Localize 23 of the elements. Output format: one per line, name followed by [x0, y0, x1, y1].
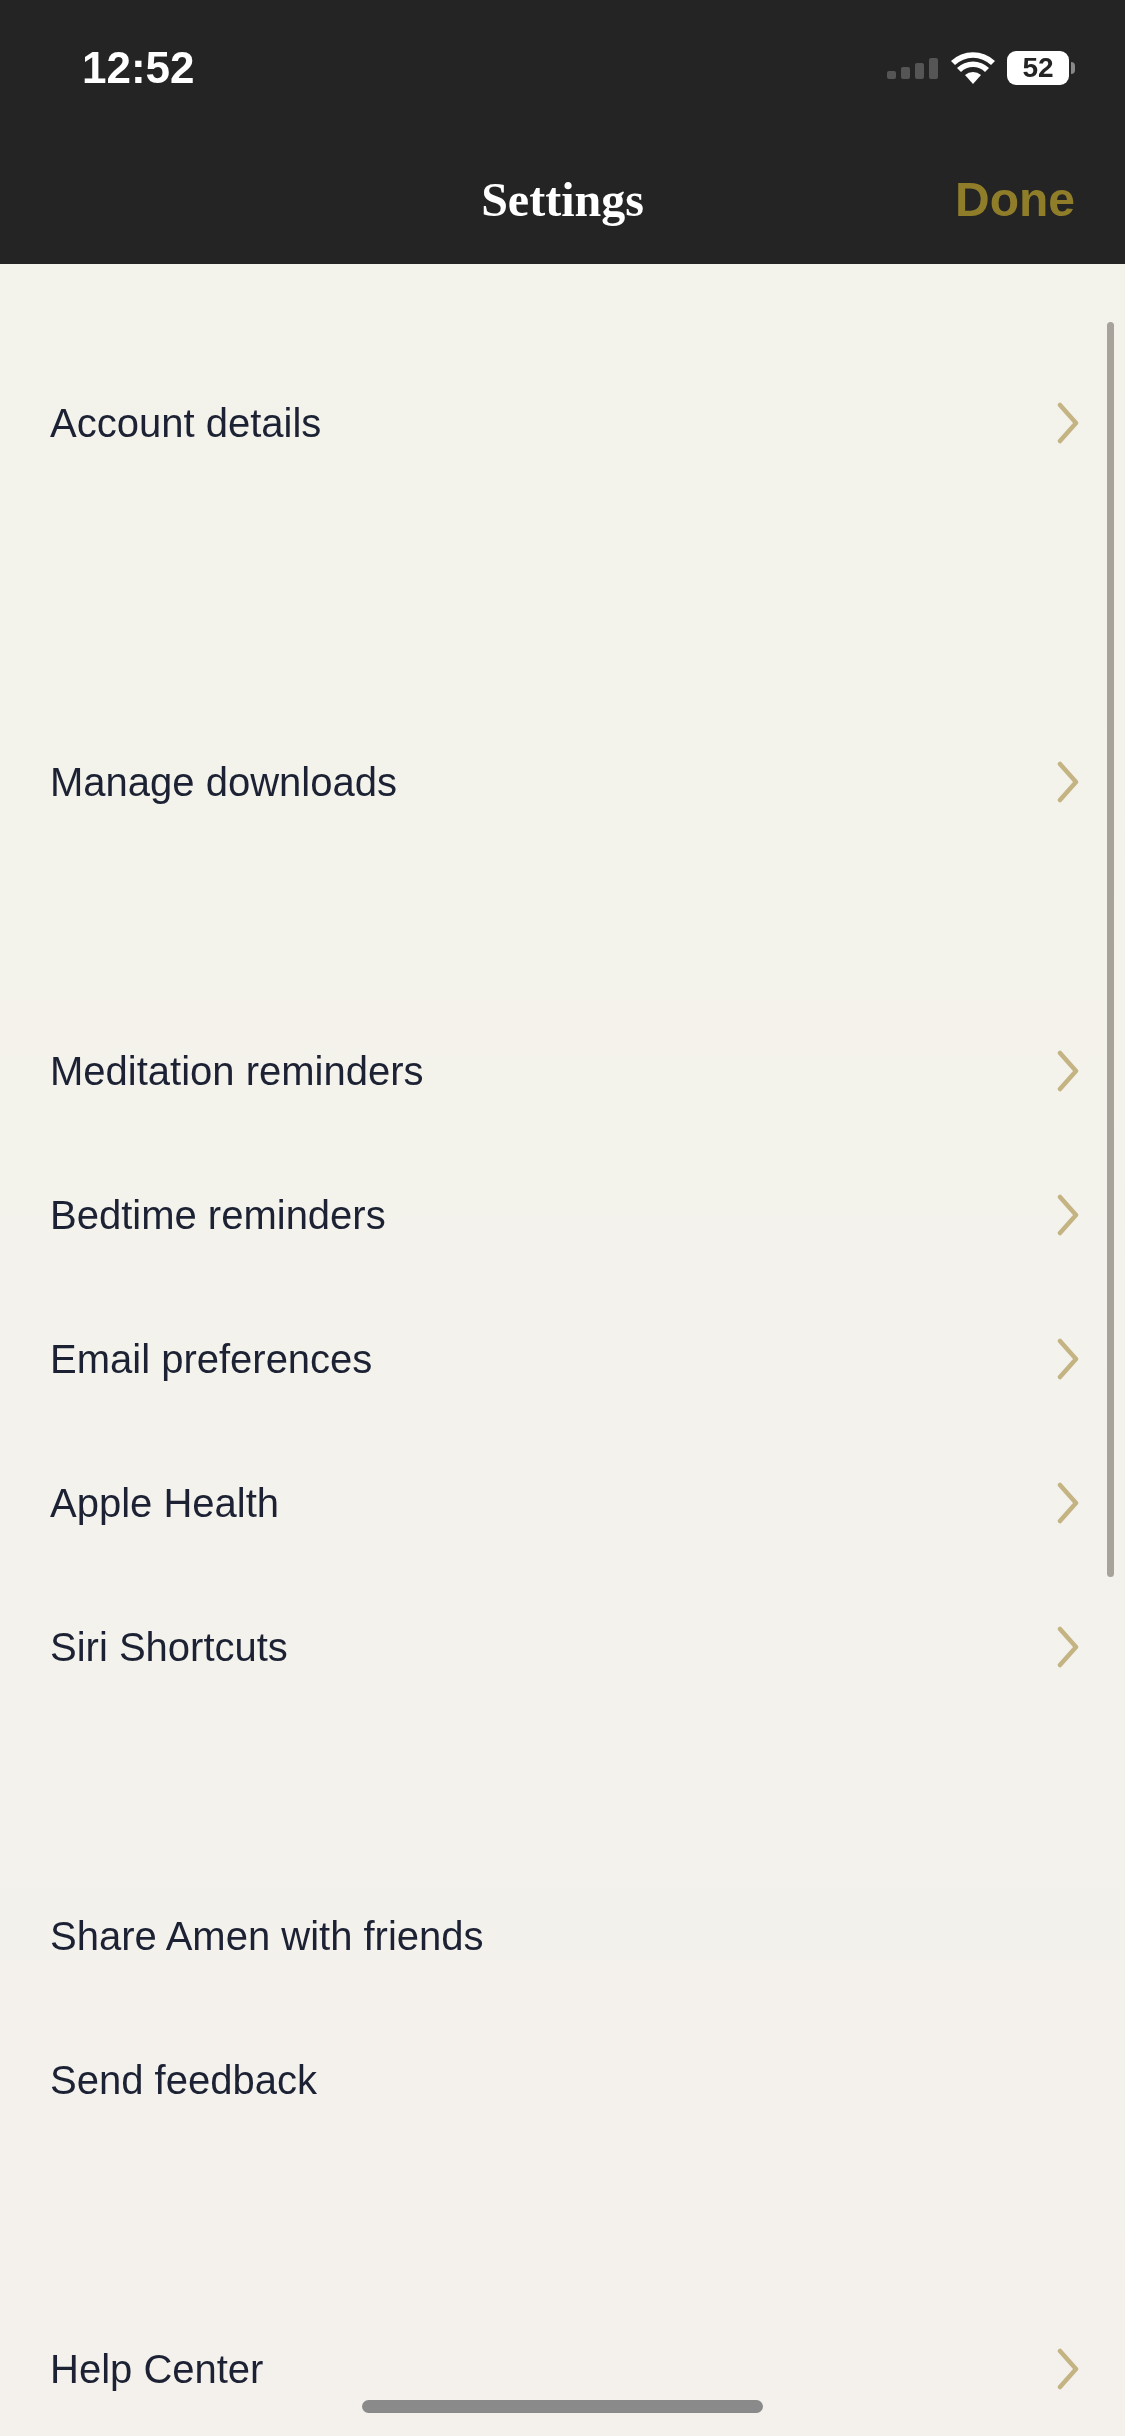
settings-row[interactable]: Help Center	[0, 2297, 1125, 2436]
page-title: Settings	[481, 172, 644, 228]
settings-row[interactable]: Send feedback	[0, 2008, 1125, 2152]
chevron-icon	[1057, 2348, 1079, 2390]
settings-row[interactable]: Account details	[0, 351, 1125, 495]
chevron-icon	[1057, 402, 1079, 444]
chevron-icon	[1057, 761, 1079, 803]
done-button[interactable]: Done	[955, 164, 1075, 236]
status-time: 12:52	[82, 42, 195, 94]
chevron-icon	[1057, 1626, 1079, 1668]
settings-row[interactable]: Email preferences	[0, 1287, 1125, 1431]
settings-row[interactable]: Meditation reminders	[0, 999, 1125, 1143]
settings-row[interactable]: Apple Health	[0, 1431, 1125, 1575]
wifi-icon	[951, 52, 995, 84]
settings-row[interactable]: Bedtime reminders	[0, 1143, 1125, 1287]
chevron-icon	[1057, 1050, 1079, 1092]
chevron-icon	[1057, 1194, 1079, 1236]
settings-row[interactable]: Siri Shortcuts	[0, 1575, 1125, 1719]
settings-row[interactable]: Share Amen with friends	[0, 1864, 1125, 2008]
chevron-icon	[1057, 1338, 1079, 1380]
chevron-icon	[1057, 1482, 1079, 1524]
signal-icon	[887, 57, 939, 79]
settings-row[interactable]: Manage downloads	[0, 710, 1125, 854]
